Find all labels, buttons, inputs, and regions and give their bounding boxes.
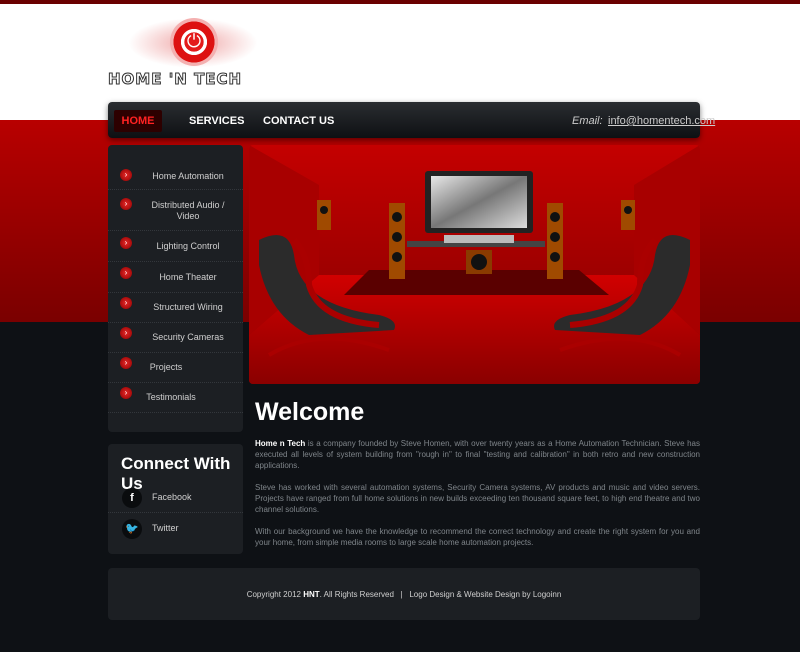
welcome-paragraph-3: With our background we have the knowledg… xyxy=(255,527,700,547)
copyright-prefix: Copyright 2012 xyxy=(246,590,301,599)
power-icon: ⏻ xyxy=(186,31,202,52)
sidebar-item-label: Structured Wiring xyxy=(153,302,223,312)
chevron-right-icon: › xyxy=(120,237,132,249)
sidebar-item-label: Security Cameras xyxy=(152,332,224,342)
sidebar-item-home-theater[interactable]: › Home Theater xyxy=(108,262,243,293)
sidebar-item-structured-wiring[interactable]: › Structured Wiring xyxy=(108,292,243,323)
email-link[interactable]: info@homentech.com xyxy=(608,110,715,132)
nav-home[interactable]: HOME xyxy=(114,110,162,132)
facebook-icon: f xyxy=(122,488,142,508)
connect-panel: Connect With Us f Facebook 🐦 Twitter xyxy=(108,444,243,554)
chevron-right-icon: › xyxy=(120,198,132,210)
nav-contact-us[interactable]: CONTACT US xyxy=(263,110,334,132)
sidebar-item-label: Testimonials xyxy=(146,392,196,402)
chevron-right-icon: › xyxy=(120,357,132,369)
welcome-paragraph-2: Steve has worked with several automation… xyxy=(255,483,700,514)
sidebar-item-security-cameras[interactable]: › Security Cameras xyxy=(108,322,243,353)
sidebar-item-label: Distributed Audio / Video xyxy=(151,200,225,221)
sidebar-item-projects[interactable]: › Projects xyxy=(108,352,243,383)
footer-credit-link[interactable]: Logo Design & Website Design by Logoinn xyxy=(409,590,561,599)
sidebar-item-label: Lighting Control xyxy=(156,241,220,251)
footer-separator: | xyxy=(400,590,403,599)
sidebar-item-label: Projects xyxy=(149,362,183,372)
facebook-link[interactable]: f Facebook xyxy=(108,482,243,513)
chevron-right-icon: › xyxy=(120,169,132,181)
logo-text: HOME 'N TECH xyxy=(108,70,243,89)
footer-text: Copyright 2012 HNT. All Rights Reserved … xyxy=(108,590,700,599)
chevron-right-icon: › xyxy=(120,387,132,399)
sidebar-item-testimonials[interactable]: › Testimonials xyxy=(108,382,243,413)
main-nav: HOME SERVICES CONTACT US Email: info@hom… xyxy=(108,102,715,138)
sidebar-item-distributed-audio-video[interactable]: › Distributed Audio / Video xyxy=(108,192,243,231)
sidebar-item-home-automation[interactable]: › Home Automation xyxy=(108,159,243,190)
copyright-brand: HNT xyxy=(303,590,320,599)
chevron-right-icon: › xyxy=(120,267,132,279)
company-name: Home n Tech xyxy=(255,439,306,448)
chevron-right-icon: › xyxy=(120,297,132,309)
hero-image-home-theater xyxy=(249,145,700,384)
twitter-label: Twitter xyxy=(152,523,179,533)
email-label: Email: xyxy=(572,115,603,127)
copyright-suffix: . All Rights Reserved xyxy=(319,590,394,599)
chevron-right-icon: › xyxy=(120,327,132,339)
site-logo[interactable]: ⏻ HOME 'N TECH xyxy=(108,14,278,90)
services-sidebar: › Home Automation › Distributed Audio / … xyxy=(108,145,243,432)
site-footer: Copyright 2012 HNT. All Rights Reserved … xyxy=(108,568,700,620)
welcome-paragraph-1: Home n Tech is a company founded by Stev… xyxy=(255,438,700,471)
facebook-label: Facebook xyxy=(152,492,192,502)
nav-services[interactable]: SERVICES xyxy=(189,110,244,132)
twitter-icon: 🐦 xyxy=(122,519,142,539)
welcome-title: Welcome xyxy=(255,398,365,426)
welcome-paragraph-1-text: is a company founded by Steve Homen, wit… xyxy=(255,439,700,470)
sidebar-item-label: Home Automation xyxy=(152,171,224,181)
twitter-link[interactable]: 🐦 Twitter xyxy=(108,513,243,543)
sidebar-item-lighting-control[interactable]: › Lighting Control xyxy=(108,231,243,262)
sidebar-item-label: Home Theater xyxy=(159,272,217,282)
